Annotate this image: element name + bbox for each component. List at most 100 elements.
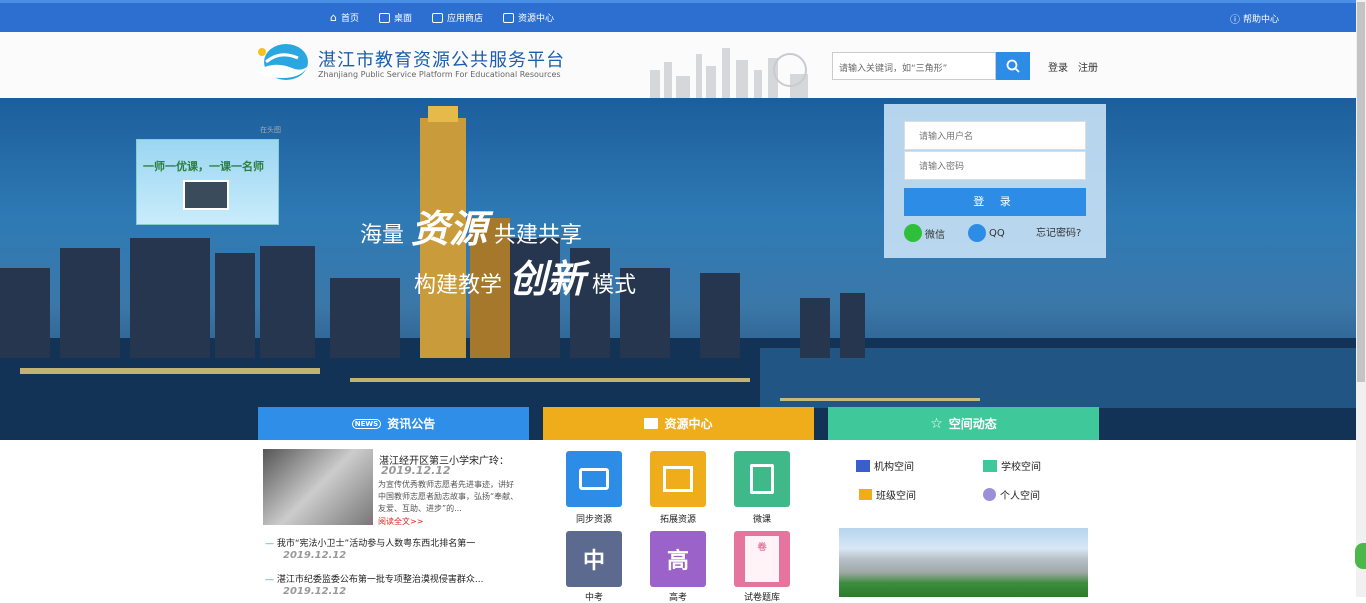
login-panel: 登 录 微信 QQ 忘记密码? <box>884 104 1106 258</box>
gao-glyph-icon: 高 <box>666 549 689 574</box>
personal-space-label: 个人空间 <box>1000 491 1040 502</box>
help-center-label: 帮助中心 <box>1243 15 1280 25</box>
news-summary: 为宣传优秀教师志愿者先进事迹，讲好中国教师志愿者励志故事，弘扬“奉献、友爱、互助… <box>378 480 519 513</box>
slogan-line-2: 构建教学 创新 模式 <box>414 248 636 303</box>
tab-resource-center-label: 资源中心 <box>664 417 713 431</box>
school-photo[interactable] <box>839 528 1088 597</box>
qq-label: QQ <box>989 227 1005 239</box>
personal-space-link[interactable]: 个人空间 <box>983 487 1040 502</box>
password-input[interactable] <box>904 151 1086 180</box>
slogan2-big: 创新 <box>509 256 586 301</box>
help-icon: ⓘ <box>1230 15 1240 26</box>
news-list-title: 湛江市纪委监委公布第一批专项整治漠视侵害群众... <box>276 575 484 585</box>
search-input[interactable]: 请输入关键词，如“三角形” <box>832 52 996 80</box>
sync-resources-label: 同步资源 <box>575 515 612 525</box>
scroll-icon: 卷 <box>745 536 779 582</box>
nav-desktop[interactable]: 桌面 <box>379 11 412 24</box>
school-space-label: 学校空间 <box>1001 462 1041 473</box>
read-more-link[interactable]: 阅读全文>> <box>378 516 423 527</box>
institution-space-label: 机构空间 <box>874 462 914 473</box>
wechat-label: 微信 <box>925 229 945 241</box>
home-icon: ⌂ <box>330 11 337 24</box>
micro-course-label: 微课 <box>752 515 771 525</box>
news-list-title: 我市“宪法小卫士”活动参与人数粤东西北排名第一 <box>276 539 476 549</box>
person-icon <box>983 488 996 501</box>
desktop-icon <box>379 12 390 23</box>
login-link[interactable]: 登录 <box>1048 59 1068 74</box>
login-button[interactable]: 登 录 <box>904 188 1086 216</box>
folder-icon <box>644 418 659 429</box>
slogan1-post: 共建共享 <box>494 223 583 248</box>
tab-news-label: 资讯公告 <box>387 417 436 431</box>
search-icon <box>1006 59 1020 73</box>
news-list-date: 2019.12.12 <box>283 586 347 597</box>
class-icon <box>859 489 872 500</box>
news-icon: NEWS <box>351 418 382 429</box>
platform-logo[interactable] <box>252 42 310 82</box>
building-icon <box>856 459 870 472</box>
nav-resource-center[interactable]: 资源中心 <box>503 11 554 24</box>
class-space-label: 班级空间 <box>876 491 916 502</box>
nav-desktop-label: 桌面 <box>394 14 413 24</box>
site-title: 湛江市教育资源公共服务平台 <box>318 50 565 71</box>
store-icon <box>432 12 444 23</box>
list-bullet: — <box>265 575 274 585</box>
nav-app-store[interactable]: 应用商店 <box>432 11 483 24</box>
school-space-link[interactable]: 学校空间 <box>983 458 1041 473</box>
register-link[interactable]: 注册 <box>1078 59 1098 74</box>
college-exam-tile[interactable]: 高 <box>650 531 706 587</box>
nav-resource-center-label: 资源中心 <box>518 14 555 24</box>
username-input[interactable] <box>904 121 1086 150</box>
forgot-password-link[interactable]: 忘记密码? <box>1036 224 1081 239</box>
wechat-icon <box>904 224 922 242</box>
computer-icon <box>183 180 229 210</box>
site-subtitle: Zhanjiang Public Service Platform For Ed… <box>318 70 561 79</box>
tab-news[interactable]: NEWS 资讯公告 <box>258 407 529 440</box>
auth-links: 登录 注册 <box>1048 59 1098 74</box>
slogan1-big: 资源 <box>411 206 488 251</box>
news-date: 2019.12.12 <box>381 464 451 477</box>
nav-home[interactable]: ⌂ 首页 <box>330 11 359 24</box>
film-icon <box>663 466 693 492</box>
help-center-link[interactable]: ⓘ 帮助中心 <box>1230 11 1279 26</box>
forgot-password-label: 忘记密码? <box>1036 228 1082 239</box>
book-icon <box>750 464 774 494</box>
tab-space-updates-label: 空间动态 <box>948 417 997 431</box>
list-bullet: — <box>265 539 274 549</box>
nav-app-store-label: 应用商店 <box>447 14 484 24</box>
qq-login[interactable]: QQ <box>968 224 1005 242</box>
star-icon: ☆ <box>930 415 943 432</box>
institution-space-link[interactable]: 机构空间 <box>856 458 914 473</box>
site-header: 湛江市教育资源公共服务平台 Zhanjiang Public Service P… <box>0 32 1356 98</box>
nav-home-label: 首页 <box>340 14 359 24</box>
sync-resources-tile[interactable] <box>566 451 622 507</box>
promo-card[interactable]: 一师一优课，一课一名师 <box>136 139 279 225</box>
news-thumbnail[interactable] <box>263 449 373 525</box>
city-skyline-illustration <box>650 48 808 98</box>
middle-school-exam-tile[interactable]: 中 <box>566 531 622 587</box>
slogan2-post: 模式 <box>592 273 637 298</box>
extended-resources-tile[interactable] <box>650 451 706 507</box>
news-list-item[interactable]: — 我市“宪法小卫士”活动参与人数粤东西北排名第一 <box>265 536 475 549</box>
question-bank-tile[interactable]: 卷 <box>734 531 790 587</box>
tab-space-updates[interactable]: ☆ 空间动态 <box>828 407 1099 440</box>
scrollbar-thumb[interactable] <box>1357 2 1365 382</box>
monitor-icon <box>503 12 515 23</box>
zhong-glyph-icon: 中 <box>582 549 605 574</box>
promo-label: 在头图 <box>260 126 281 134</box>
floating-side-button[interactable] <box>1355 543 1366 569</box>
extended-resources-label: 拓展资源 <box>659 515 696 525</box>
search-button[interactable] <box>996 52 1030 80</box>
school-icon <box>983 459 997 472</box>
promo-text: 一师一优课，一课一名师 <box>143 160 264 173</box>
top-nav: ⌂ 首页 桌面 应用商店 资源中心 <box>330 11 554 24</box>
news-list-item[interactable]: — 湛江市纪委监委公布第一批专项整治漠视侵害群众... <box>265 572 483 585</box>
tab-resource-center[interactable]: 资源中心 <box>543 407 814 440</box>
micro-course-tile[interactable] <box>734 451 790 507</box>
slogan1-pre: 海量 <box>360 223 405 248</box>
class-space-link[interactable]: 班级空间 <box>859 487 916 502</box>
wechat-login[interactable]: 微信 <box>904 224 945 242</box>
top-navigation-bar: ⌂ 首页 桌面 应用商店 资源中心 ⓘ 帮助中心 <box>0 0 1356 32</box>
slogan-line-1: 海量 资源 共建共享 <box>360 198 582 253</box>
folder-icon <box>579 468 609 490</box>
